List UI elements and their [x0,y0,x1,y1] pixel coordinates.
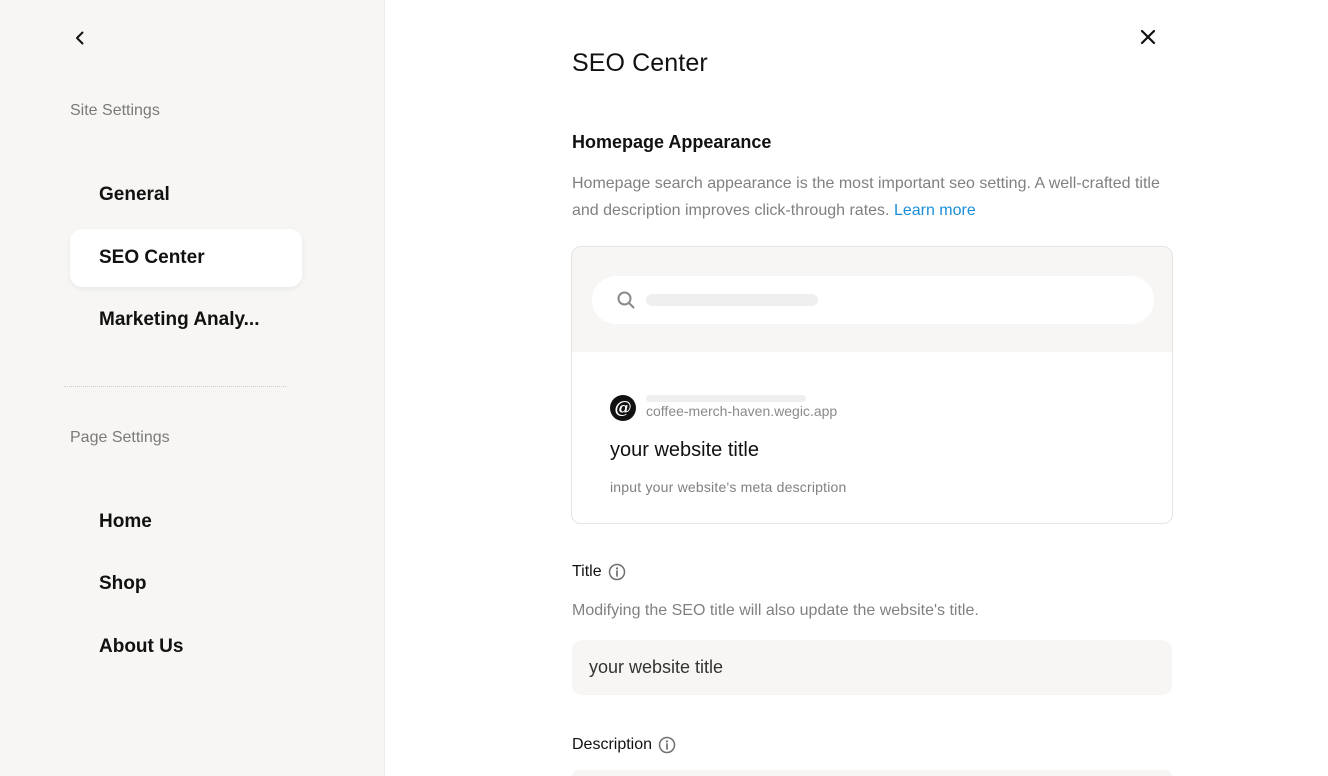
preview-search-area [572,247,1172,352]
sidebar-item-label: Home [99,511,152,532]
sidebar-item-marketing-analytics[interactable]: Marketing Analy... [70,291,302,349]
sidebar-item-shop[interactable]: Shop [70,555,302,613]
sidebar-item-label: Marketing Analy... [99,309,260,330]
homepage-appearance-description: Homepage search appearance is the most i… [572,170,1172,224]
page-title: SEO Center [572,49,708,77]
preview-site-name-bar [646,395,806,402]
preview-search-bar [592,276,1154,324]
title-input[interactable] [572,640,1172,695]
learn-more-link[interactable]: Learn more [894,202,976,219]
title-label-text: Title [572,563,602,580]
close-button[interactable] [1134,23,1162,51]
preview-search-placeholder-bar [646,294,818,306]
sidebar-item-label: General [99,184,170,205]
sidebar-divider [64,386,286,387]
description-label-text: Description [572,736,653,753]
title-field-label: Title [572,563,626,581]
sidebar-item-label: About Us [99,636,184,657]
preview-description: input your website's meta description [610,479,847,495]
sidebar-item-general[interactable]: General [70,166,302,224]
site-settings-label: Site Settings [70,102,160,119]
preview-title: your website title [610,439,759,461]
info-icon[interactable] [608,563,626,581]
search-preview-card: @ coffee-merch-haven.wegic.app your webs… [571,246,1173,524]
description-input[interactable] [572,770,1172,776]
sidebar-item-about-us[interactable]: About Us [70,618,302,676]
chevron-left-icon [76,31,84,45]
sidebar-item-home[interactable]: Home [70,493,302,551]
preview-url: coffee-merch-haven.wegic.app [646,403,838,419]
search-icon [617,291,635,309]
description-field-label: Description [572,736,676,754]
sidebar-item-seo-center[interactable]: SEO Center [70,229,302,287]
sidebar-item-label: Shop [99,573,147,594]
title-field-hint: Modifying the SEO title will also update… [572,602,979,619]
info-icon[interactable] [658,736,676,754]
sidebar: Site Settings General SEO Center Marketi… [0,0,385,776]
sidebar-item-label: SEO Center [99,247,205,268]
page-settings-label: Page Settings [70,429,170,446]
wegic-logo-icon: @ [610,395,636,421]
homepage-appearance-heading: Homepage Appearance [572,132,772,152]
close-icon [1140,29,1156,45]
homepage-appearance-description-text: Homepage search appearance is the most i… [572,175,1160,219]
back-button[interactable] [66,24,94,52]
